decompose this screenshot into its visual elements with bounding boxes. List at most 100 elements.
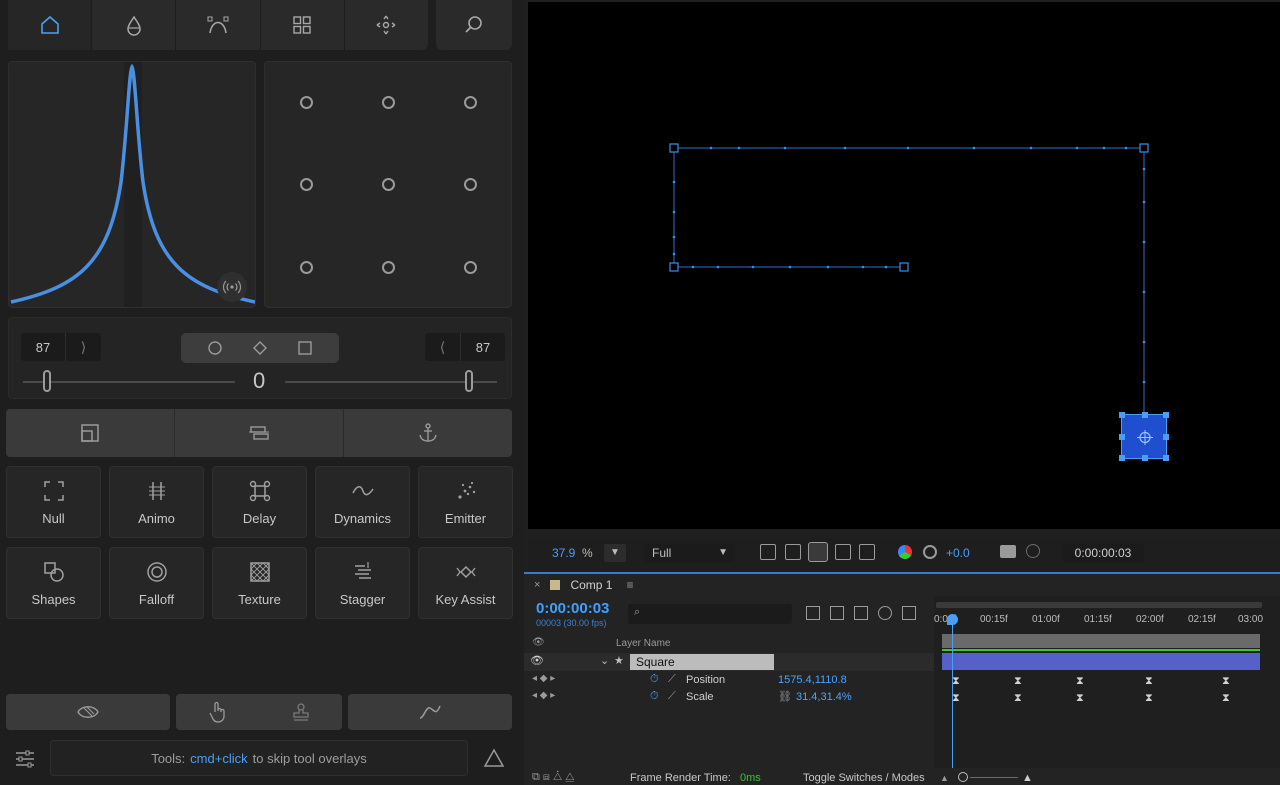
tool-null[interactable]: Null <box>6 466 101 538</box>
anchor-bottom-left[interactable] <box>300 261 313 274</box>
keyframe[interactable]: ⧗ <box>1014 692 1022 705</box>
stopwatch-icon[interactable]: ⏱ <box>650 690 659 703</box>
safe-margins-icon[interactable] <box>835 544 851 560</box>
keyframe[interactable]: ⧗ <box>1014 675 1022 688</box>
tool-stagger[interactable]: Stagger <box>315 547 410 619</box>
anchor-button[interactable] <box>344 409 512 457</box>
property-value[interactable]: 1575.4,1110.8 <box>778 674 847 686</box>
hand-pointer-icon[interactable] <box>207 701 229 723</box>
search-button[interactable] <box>436 0 512 50</box>
show-snapshot-icon[interactable] <box>1026 544 1040 558</box>
tab-transform[interactable] <box>345 0 428 50</box>
property-row-scale[interactable]: ◂ ◆ ▸ ⏱ ⟋ Scale ⛓ 31.4,31.4% <box>524 689 934 706</box>
tool-falloff[interactable]: Falloff <box>109 547 204 619</box>
stopwatch-icon[interactable]: ⏱ <box>650 673 659 686</box>
link-icon[interactable]: ⛓ <box>778 690 792 703</box>
keyframe[interactable]: ⧗ <box>1145 692 1153 705</box>
tool-key-assist[interactable]: Key Assist <box>418 547 513 619</box>
toggle-switches-button[interactable]: Toggle Switches / Modes <box>803 772 925 784</box>
ease-out-field[interactable]: 87 ⟩ <box>21 333 101 361</box>
keyframe[interactable]: ⧗ <box>1076 675 1084 688</box>
layer-duration-bar[interactable] <box>942 653 1260 670</box>
comp-flowchart-icon[interactable] <box>806 606 820 620</box>
stamp-icon[interactable] <box>290 701 312 723</box>
warning-icon[interactable] <box>478 742 510 774</box>
clone-button[interactable] <box>175 409 344 457</box>
square-shape-icon[interactable] <box>297 340 313 356</box>
tool-dynamics[interactable]: Dynamics <box>315 466 410 538</box>
left-slider-thumb[interactable] <box>43 370 51 392</box>
curve-button[interactable] <box>348 694 512 730</box>
property-value[interactable]: 31.4,31.4% <box>796 691 852 703</box>
camera-snapshot-icon[interactable] <box>1000 545 1016 558</box>
zoom-value[interactable]: 37.9 <box>552 546 575 560</box>
graph-editor-icon[interactable] <box>902 606 916 620</box>
footer-icons[interactable]: ⧉ ⧈ ⧊ ⧋ <box>532 771 575 784</box>
region-icon[interactable] <box>760 544 776 560</box>
current-time-display[interactable]: 0:00:00:03 <box>1062 544 1144 562</box>
property-row-position[interactable]: ◂ ◆ ▸ ⏱ ⟋ Position 1575.4,1110.8 <box>524 672 934 689</box>
anchor-bottom-right[interactable] <box>464 261 477 274</box>
timeline-tab[interactable]: × Comp 1 ≡ <box>524 574 633 596</box>
transparency-grid-icon[interactable] <box>785 544 801 560</box>
ease-in-field[interactable]: ⟨ 87 <box>425 333 505 361</box>
tool-texture[interactable]: Texture <box>212 547 307 619</box>
chevron-left-icon[interactable]: ⟨ <box>425 333 461 361</box>
playhead[interactable] <box>952 614 953 768</box>
frame-blending-icon[interactable] <box>854 606 868 620</box>
anchor-middle-left[interactable] <box>300 178 313 191</box>
layer-search-input[interactable]: ⌕ <box>628 604 792 624</box>
playhead-handle[interactable] <box>947 614 958 625</box>
selected-square-layer[interactable] <box>1119 412 1169 461</box>
motion-blur-icon[interactable] <box>878 606 892 620</box>
tool-emitter[interactable]: Emitter <box>418 466 513 538</box>
layer-row-square[interactable]: 👁 ⌄ ★ Square <box>524 653 934 671</box>
anchor-top-center[interactable] <box>382 96 395 109</box>
settings-sliders-icon[interactable] <box>8 742 42 776</box>
draft-3d-icon[interactable] <box>830 606 844 620</box>
keyframe[interactable]: ⧗ <box>952 675 960 688</box>
keyframe[interactable]: ⧗ <box>1222 675 1230 688</box>
timeline-graph-area[interactable]: 0:00f 00:15f 01:00f 01:15f 02:00f 02:15f… <box>934 596 1280 768</box>
time-ruler[interactable]: 0:00f 00:15f 01:00f 01:15f 02:00f 02:15f… <box>934 610 1280 632</box>
right-slider-thumb[interactable] <box>465 370 473 392</box>
broadcast-icon[interactable] <box>217 272 247 302</box>
tab-menu-icon[interactable]: ≡ <box>626 578 633 592</box>
keyframe[interactable]: ⧗ <box>952 692 960 705</box>
anchor-top-left[interactable] <box>300 96 313 109</box>
close-icon[interactable]: × <box>534 579 540 591</box>
copy-button[interactable] <box>6 409 175 457</box>
anchor-middle-right[interactable] <box>464 178 477 191</box>
keyframe[interactable]: ⧗ <box>1145 675 1153 688</box>
tab-bezier[interactable] <box>176 0 261 50</box>
anchor-bottom-center[interactable] <box>382 261 395 274</box>
resolution-select[interactable]: Full ▼ <box>644 544 734 562</box>
expand-chevron-icon[interactable]: ⌄ <box>600 654 609 667</box>
zoom-dropdown[interactable]: ▼ <box>604 544 626 562</box>
color-channels-icon[interactable] <box>898 545 912 559</box>
tab-grid[interactable] <box>261 0 345 50</box>
tool-shapes[interactable]: Shapes <box>6 547 101 619</box>
anchor-center[interactable] <box>382 178 395 191</box>
exposure-value[interactable]: +0.0 <box>946 546 970 560</box>
chevron-right-icon[interactable]: ⟩ <box>65 333 101 361</box>
zoom-slider[interactable]: ▲ ▲ <box>940 772 1036 784</box>
keyframe[interactable]: ⧗ <box>1222 692 1230 705</box>
tool-delay[interactable]: Delay <box>212 466 307 538</box>
composition-viewer[interactable] <box>528 2 1280 529</box>
eye-icon[interactable]: 👁 <box>530 654 544 667</box>
anchor-top-right[interactable] <box>464 96 477 109</box>
tab-drop[interactable] <box>92 0 177 50</box>
circle-shape-icon[interactable] <box>207 340 223 356</box>
keyframe-nav-icon[interactable]: ◂ ◆ ▸ <box>532 673 555 684</box>
tool-animo[interactable]: Animo <box>109 466 204 538</box>
mask-visibility-icon[interactable] <box>808 542 828 562</box>
tab-home[interactable] <box>8 0 93 50</box>
current-time[interactable]: 0:00:00:03 <box>536 600 609 617</box>
keyframe-nav-icon[interactable]: ◂ ◆ ▸ <box>532 690 555 701</box>
grid-guides-icon[interactable] <box>859 544 875 560</box>
preview-button[interactable] <box>6 694 170 730</box>
diamond-shape-icon[interactable] <box>252 340 268 356</box>
layer-name[interactable]: Square <box>630 654 774 670</box>
work-area-bar[interactable] <box>936 602 1262 608</box>
